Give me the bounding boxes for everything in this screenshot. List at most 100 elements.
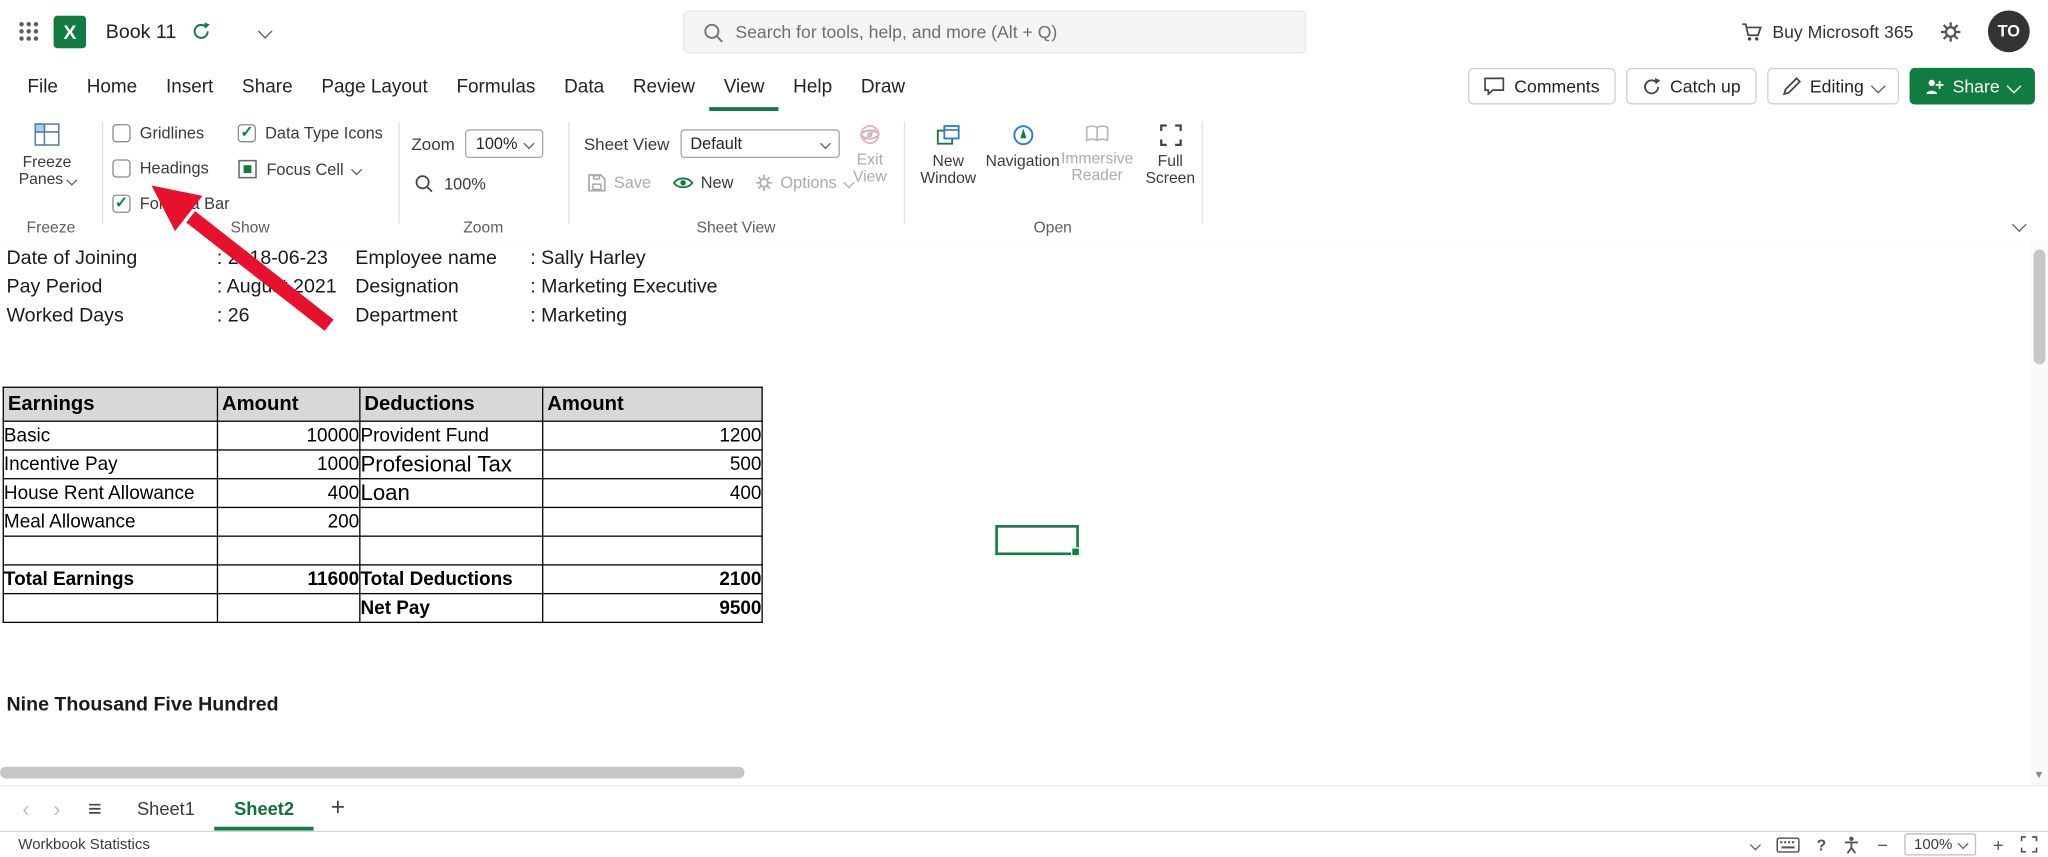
global-search-input[interactable]: Search for tools, help, and more (Alt + …	[683, 10, 1307, 54]
sheet-view-new-button[interactable]: New	[672, 174, 733, 192]
cell[interactable]	[216, 535, 361, 566]
menu-tab-insert[interactable]: Insert	[152, 63, 228, 111]
share-button[interactable]: Share	[1909, 67, 2035, 105]
cell[interactable]: 1000	[216, 449, 361, 480]
cell[interactable]	[2, 592, 219, 624]
scroll-down-arrow-icon[interactable]: ▾	[2030, 768, 2048, 782]
cell[interactable]: Net Pay	[359, 592, 544, 624]
cell[interactable]	[542, 506, 763, 537]
menu-tab-share[interactable]: Share	[228, 63, 307, 111]
payroll-table[interactable]: Earnings Amount Deductions Amount Basic …	[2, 386, 763, 624]
comments-button[interactable]: Comments	[1468, 67, 1616, 105]
cell[interactable]: 200	[216, 506, 361, 537]
editing-mode-button[interactable]: Editing	[1766, 67, 1900, 105]
header-deductions[interactable]: Deductions	[359, 386, 544, 422]
menu-tab-home[interactable]: Home	[72, 63, 151, 111]
cell[interactable]: Meal Allowance	[2, 506, 219, 537]
settings-gear-icon[interactable]	[1940, 20, 1962, 42]
zoom-in-button[interactable]: +	[1993, 834, 2004, 855]
cell[interactable]: 1200	[542, 420, 763, 451]
workbook-title[interactable]: Book 11	[106, 20, 176, 42]
formula-bar-checkbox[interactable]: Formula Bar	[112, 193, 230, 213]
info-value[interactable]: : Marketing	[530, 304, 627, 326]
immersive-reader-button[interactable]: Immersive Reader	[1061, 124, 1134, 184]
gridlines-checkbox[interactable]: Gridlines	[112, 124, 204, 143]
new-window-button[interactable]: New Window	[912, 124, 985, 187]
cell[interactable]	[216, 592, 361, 624]
cell[interactable]: House Rent Allowance	[2, 478, 219, 509]
app-launcher-waffle-icon[interactable]	[18, 21, 39, 42]
headings-checkbox-box[interactable]	[112, 159, 131, 178]
saved-sync-icon[interactable]	[191, 21, 212, 42]
vertical-scrollbar-track[interactable]: ▾	[2029, 241, 2048, 785]
menu-tab-data[interactable]: Data	[550, 63, 619, 111]
zoom-out-button[interactable]: −	[1877, 834, 1888, 855]
menu-tab-help[interactable]: Help	[779, 63, 847, 111]
cell[interactable]: 2100	[542, 564, 763, 595]
header-earnings[interactable]: Earnings	[2, 386, 219, 422]
header-amount-2[interactable]: Amount	[542, 386, 763, 422]
exit-view-button[interactable]: Exit View	[833, 124, 906, 185]
sheet-view-select[interactable]: Default	[679, 129, 840, 159]
cell[interactable]: 10000	[216, 420, 361, 451]
account-avatar[interactable]: TO	[1987, 10, 2030, 53]
cell[interactable]	[542, 535, 763, 566]
info-value[interactable]: : 26	[217, 304, 250, 326]
cell[interactable]: 400	[542, 478, 763, 509]
help-icon[interactable]: ?	[1817, 835, 1827, 853]
statusbar-full-screen-icon[interactable]	[2020, 836, 2038, 853]
collapse-ribbon-chevron-icon[interactable]	[2011, 216, 2027, 234]
cell[interactable]: Basic	[2, 420, 219, 451]
cell[interactable]	[2, 535, 219, 566]
data-type-icons-checkbox-box[interactable]	[237, 123, 256, 143]
data-type-icons-checkbox[interactable]: Data Type Icons	[237, 123, 383, 143]
sheet-tab-sheet2[interactable]: Sheet2	[215, 786, 314, 830]
selected-cell[interactable]	[995, 525, 1081, 557]
cell[interactable]: 11600	[216, 564, 361, 595]
cell[interactable]: Loan	[359, 478, 544, 509]
cell[interactable]: 9500	[542, 592, 763, 624]
info-value[interactable]: : August 2021	[217, 276, 337, 298]
next-sheet-arrow-icon[interactable]: ›	[41, 797, 72, 819]
catch-up-button[interactable]: Catch up	[1625, 67, 1757, 105]
title-chevron-down-icon[interactable]	[257, 20, 273, 44]
cell[interactable]: 400	[216, 478, 361, 509]
excel-logo-icon[interactable]: X	[53, 15, 87, 48]
freeze-panes-button[interactable]: Freeze Panes	[10, 121, 83, 188]
navigation-button[interactable]: Navigation	[982, 124, 1063, 170]
info-label[interactable]: Date of Joining	[7, 247, 138, 269]
cell[interactable]: 500	[542, 449, 763, 480]
spreadsheet-canvas[interactable]: Date of Joining : 2018-06-23 Employee na…	[0, 241, 2030, 785]
statusbar-chevron-down-icon[interactable]	[1749, 838, 1761, 850]
zoom-100-button[interactable]: 100%	[414, 174, 486, 194]
menu-tab-file[interactable]: File	[13, 63, 72, 111]
vertical-scrollbar[interactable]	[2032, 249, 2045, 365]
info-value[interactable]: : Marketing Executive	[530, 276, 717, 298]
fill-handle[interactable]	[1071, 547, 1081, 557]
keyboard-icon[interactable]	[1776, 836, 1800, 853]
focus-cell-button[interactable]: Focus Cell	[238, 159, 363, 179]
formula-bar-checkbox-box[interactable]	[112, 193, 131, 213]
cell[interactable]: Total Deductions	[359, 564, 544, 595]
amount-in-words[interactable]: Nine Thousand Five Hundred	[7, 694, 279, 716]
cell[interactable]	[359, 506, 544, 537]
menu-tab-formulas[interactable]: Formulas	[442, 63, 550, 111]
info-label[interactable]: Worked Days	[7, 304, 124, 326]
cell[interactable]: Profesional Tax	[359, 449, 544, 480]
info-label[interactable]: Department	[355, 304, 457, 326]
info-value[interactable]: : Sally Harley	[530, 247, 645, 269]
info-value[interactable]: : 2018-06-23	[217, 247, 328, 269]
zoom-level-control[interactable]: 100%	[1904, 833, 1976, 856]
sheet-view-save-button[interactable]: Save	[588, 174, 651, 192]
horizontal-scrollbar[interactable]	[0, 766, 745, 779]
menu-tab-page-layout[interactable]: Page Layout	[307, 63, 442, 111]
cell[interactable]: Total Earnings	[2, 564, 219, 595]
sheet-list-menu-icon[interactable]: ≡	[72, 795, 117, 822]
menu-tab-view[interactable]: View	[709, 63, 778, 111]
accessibility-icon[interactable]	[1843, 835, 1860, 854]
cell[interactable]: Incentive Pay	[2, 449, 219, 480]
sheet-tab-sheet1[interactable]: Sheet1	[117, 786, 214, 830]
full-screen-button[interactable]: Full Screen	[1134, 124, 1207, 187]
prev-sheet-arrow-icon[interactable]: ‹	[10, 797, 41, 819]
menu-tab-draw[interactable]: Draw	[846, 63, 919, 111]
